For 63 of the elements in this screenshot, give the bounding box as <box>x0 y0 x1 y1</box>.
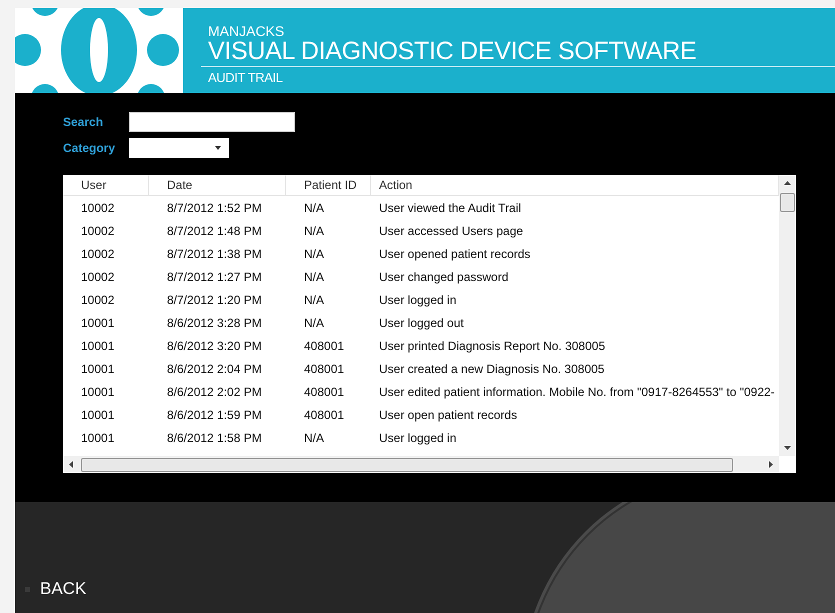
table-cell-text: 8/6/2012 3:20 PM <box>166 338 263 352</box>
table-cell-text: N/A <box>303 316 326 330</box>
table-cell-text: 8/7/2012 1:20 PM <box>166 292 263 306</box>
search-label: Search <box>63 115 104 129</box>
scrollbar-thumb[interactable] <box>81 458 733 472</box>
table-cell-text: 10001 <box>80 408 116 422</box>
table-cell-text: 10002 <box>80 246 116 260</box>
scrollbar-thumb[interactable] <box>780 193 795 212</box>
table-cell-text: 8/7/2012 1:52 PM <box>166 200 263 214</box>
table-cell-text: User logged in <box>378 292 458 306</box>
table-cell-text: User open patient records <box>378 408 518 422</box>
table-cell-text: 10002 <box>80 200 116 214</box>
table-cell-text: 10001 <box>80 316 116 330</box>
category-label: Category <box>63 141 116 155</box>
table-cell-text: 10001 <box>80 430 116 444</box>
table-cell-text: 408001 <box>303 408 346 422</box>
column-header[interactable]: User <box>63 175 149 195</box>
table-cell-text: 8/6/2012 1:58 PM <box>166 430 263 444</box>
table-cell-text: User accessed Users page <box>378 224 524 238</box>
scroll-right-icon[interactable] <box>769 461 773 468</box>
table-cell-text: N/A <box>303 200 326 214</box>
table-cell-text: 408001 <box>303 338 346 352</box>
table-cell-text: 8/6/2012 3:28 PM <box>166 316 263 330</box>
column-header[interactable]: Patient ID <box>286 175 371 195</box>
scroll-left-icon[interactable] <box>69 461 73 468</box>
table-cell-text: N/A <box>303 430 326 444</box>
table-cell-text: User created a new Diagnosis No. 308005 <box>378 362 606 376</box>
table-cell-text: User logged in <box>378 430 458 444</box>
table-cell-text: 8/6/2012 2:02 PM <box>166 384 263 398</box>
horizontal-scrollbar[interactable] <box>63 456 779 473</box>
table-cell-text: 10002 <box>80 292 116 306</box>
table-cell-text: 10001 <box>80 338 116 352</box>
table-cell-text: 10002 <box>80 270 116 284</box>
table-cell-text: N/A <box>303 270 326 284</box>
caret-icon <box>215 146 221 150</box>
app-title: VISUAL DIAGNOSTIC DEVICE SOFTWARE <box>208 39 698 64</box>
table-cell-text: User viewed the Audit Trail <box>378 200 522 214</box>
table-cell-text: User edited patient information. Mobile No. from "0917-8264553" to "0922- <box>378 384 776 398</box>
back-button[interactable]: BACK <box>15 579 86 613</box>
table-cell-text: N/A <box>303 292 326 306</box>
table-cell-text: 8/7/2012 1:38 PM <box>166 246 263 260</box>
table-cell-text: User opened patient records <box>378 246 532 260</box>
table-cell-text: N/A <box>303 224 326 238</box>
table-cell-text: User printed Diagnosis Report No. 308005 <box>378 338 606 352</box>
page-title: AUDIT TRAIL <box>208 71 284 85</box>
table-cell-text: 408001 <box>303 362 346 376</box>
scroll-down-icon[interactable] <box>784 446 791 450</box>
table-cell-text: 8/7/2012 1:48 PM <box>166 224 263 238</box>
table-cell-text: N/A <box>303 246 326 260</box>
vertical-scrollbar[interactable] <box>779 175 796 456</box>
table-cell-text: 8/6/2012 2:04 PM <box>166 362 263 376</box>
table-cell-text: 408001 <box>303 384 346 398</box>
table-cell-text: 8/7/2012 1:27 PM <box>166 270 263 284</box>
table-cell-text: User logged out <box>378 316 465 330</box>
column-header[interactable]: Date <box>149 175 286 195</box>
scroll-up-icon[interactable] <box>784 181 791 185</box>
table-cell-text: 8/6/2012 1:59 PM <box>166 408 263 422</box>
table-cell-text: 10001 <box>80 362 116 376</box>
table-cell-text: 10001 <box>80 384 116 398</box>
brand-name: MANJACKS <box>208 24 286 39</box>
table-cell-text: User changed password <box>378 270 510 284</box>
table-cell-text: 10002 <box>80 224 116 238</box>
search-field[interactable] <box>129 112 295 132</box>
